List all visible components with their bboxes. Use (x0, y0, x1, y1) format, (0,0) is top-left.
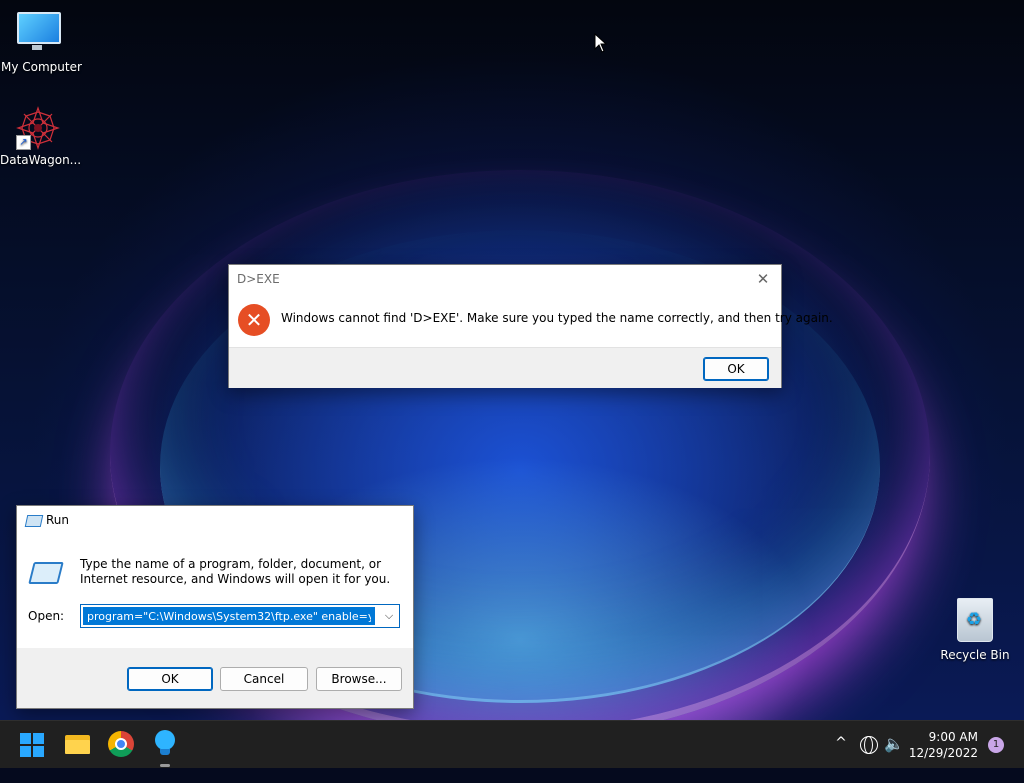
mouse-cursor-icon (594, 32, 608, 56)
clock-date: 12/29/2022 (908, 746, 978, 760)
desktop-icon-label: My Computer (1, 60, 82, 74)
shortcut-arrow-icon: ↗ (16, 135, 31, 150)
run-icon (24, 515, 44, 527)
chrome-icon[interactable] (108, 731, 134, 757)
run-dialog-title: Run (46, 513, 70, 527)
desktop-icon-label: Recycle Bin (940, 648, 1010, 662)
error-message: Windows cannot find 'D>EXE'. Make sure y… (281, 311, 833, 325)
file-explorer-icon[interactable] (64, 731, 92, 759)
notification-badge[interactable]: 1 (988, 737, 1004, 753)
run-description: Type the name of a program, folder, docu… (80, 557, 391, 586)
clock-time: 9:00 AM (928, 730, 978, 744)
datawagon-logo-icon: ↗ (16, 106, 60, 150)
run-ok-button[interactable]: OK (127, 667, 213, 691)
error-dialog-title: D>EXE (237, 272, 280, 286)
run-browse-button[interactable]: Browse... (316, 667, 402, 691)
recycle-bin-icon: ♻ (957, 598, 993, 642)
computer-icon (17, 12, 61, 50)
active-app-indicator (160, 764, 170, 767)
chevron-down-icon[interactable]: ⌵ (379, 605, 399, 627)
error-dialog: D>EXE ✕ ✕ Windows cannot find 'D>EXE'. M… (228, 264, 833, 388)
run-cancel-button[interactable]: Cancel (220, 667, 308, 691)
run-dialog-footer: OK Cancel Browse... (17, 648, 413, 708)
tray-chevron-up-icon[interactable]: ^ (832, 735, 850, 783)
volume-icon[interactable]: 🔈 (884, 734, 904, 782)
start-icon[interactable] (20, 733, 44, 757)
close-icon[interactable]: ✕ (753, 269, 773, 289)
open-input[interactable] (83, 607, 375, 625)
desktop-icon-my-computer[interactable]: My Computer (1, 12, 82, 74)
run-program-icon (28, 562, 64, 584)
desktop-icon-label: DataWagon... (0, 153, 82, 167)
clock[interactable]: 9:00 AM 12/29/2022 (908, 729, 978, 761)
error-dialog-footer: OK (229, 347, 781, 388)
open-label: Open: (28, 609, 65, 623)
error-x-icon: ✕ (238, 304, 270, 336)
network-globe-icon[interactable] (860, 736, 878, 754)
tips-icon[interactable] (152, 730, 178, 760)
desktop-icon-datawagon[interactable]: ↗ DataWagon... (0, 106, 82, 167)
open-combobox[interactable]: ⌵ (80, 604, 400, 628)
run-dialog: Run Type the name of a program, folder, … (16, 505, 414, 709)
error-ok-button[interactable]: OK (703, 357, 769, 381)
taskbar: ^ 🔈 9:00 AM 12/29/2022 1 (0, 720, 1024, 768)
desktop-icon-recycle-bin[interactable]: ♻ Recycle Bin (937, 598, 1013, 662)
